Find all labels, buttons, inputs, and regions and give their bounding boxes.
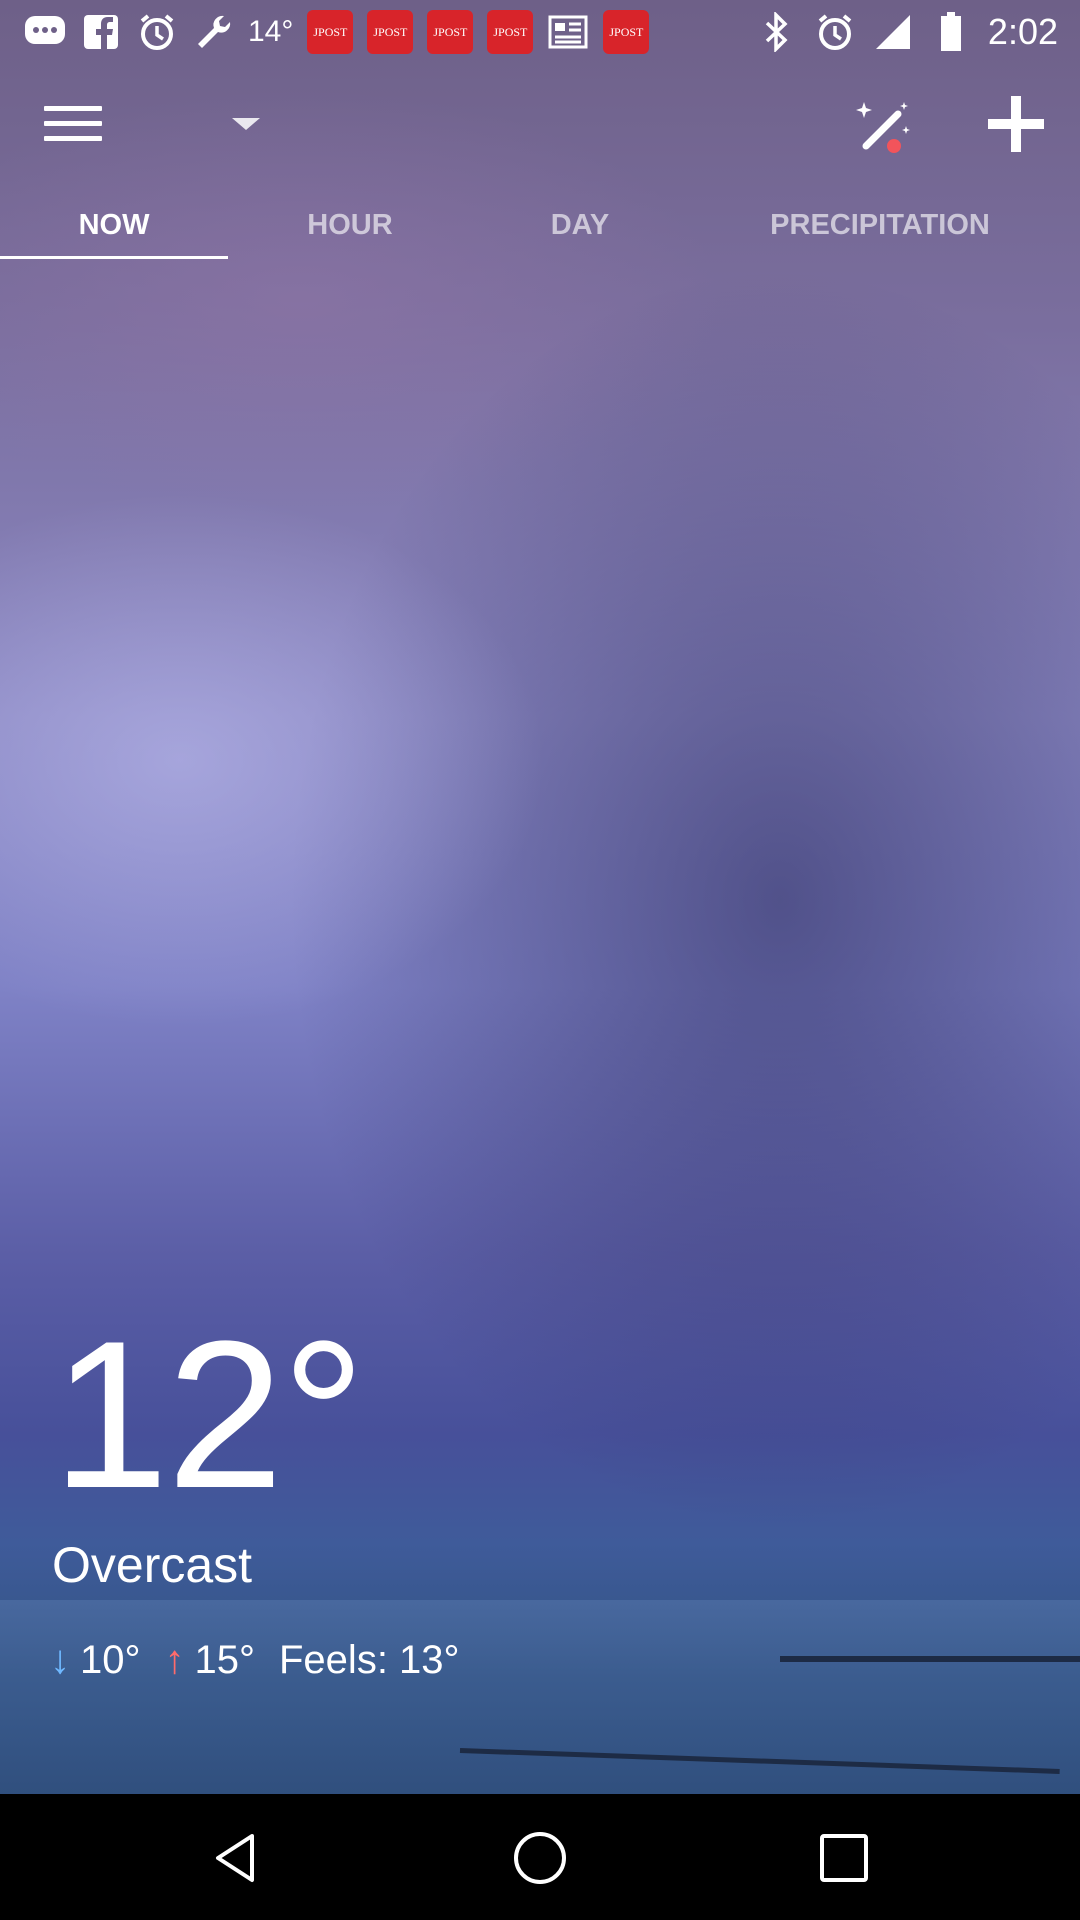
alarm-icon — [814, 11, 856, 53]
arrow-up-icon: ↑ — [164, 1638, 185, 1682]
temperature-stats: ↓ 10° ↑ 15° Feels: 13° — [50, 1640, 460, 1680]
home-circle-icon[interactable] — [512, 1830, 568, 1886]
app-toolbar — [0, 88, 1080, 168]
tab-now[interactable]: NOW — [0, 200, 228, 260]
system-nav-bar — [0, 1794, 1080, 1920]
tab-day[interactable]: DAY — [520, 200, 640, 260]
location-dropdown[interactable] — [232, 118, 272, 148]
back-triangle-icon[interactable] — [208, 1830, 264, 1886]
bluetooth-icon — [756, 11, 798, 53]
jpost-icon: JPOST — [367, 10, 414, 54]
tab-indicator — [0, 256, 228, 259]
plus-icon[interactable] — [988, 96, 1044, 152]
news-icon — [547, 11, 589, 53]
jpost-icon: JPOST — [427, 10, 474, 54]
high-temperature: 15° — [194, 1638, 256, 1682]
status-time: 2:02 — [987, 11, 1058, 52]
wrench-icon — [192, 11, 234, 53]
feels-like-temperature: Feels: 13° — [279, 1638, 460, 1682]
current-temperature: 12° — [52, 1297, 366, 1532]
status-bar: 14° JPOST JPOST JPOST JPOST JPOST 2:02 — [0, 0, 1080, 64]
weather-screen: 14° JPOST JPOST JPOST JPOST JPOST 2:02 N… — [0, 0, 1080, 1920]
signal-icon — [872, 11, 914, 53]
menu-icon[interactable] — [44, 106, 102, 150]
battery-icon — [930, 11, 972, 53]
low-temperature: 10° — [80, 1638, 141, 1682]
weather-condition: Overcast — [52, 1537, 253, 1593]
forecast-tabs: NOW HOUR DAY PRECIPITATION — [0, 200, 1080, 260]
alarm-icon — [136, 11, 178, 53]
magic-wand-icon[interactable] — [852, 96, 916, 160]
jpost-icon: JPOST — [487, 10, 534, 54]
recents-square-icon[interactable] — [816, 1830, 872, 1886]
jpost-icon: JPOST — [603, 10, 650, 54]
chevron-down-icon — [232, 118, 260, 130]
arrow-down-icon: ↓ — [50, 1638, 70, 1682]
tab-precipitation[interactable]: PRECIPITATION — [748, 200, 1012, 260]
jpost-icon: JPOST — [307, 10, 354, 54]
messenger-icon — [24, 11, 66, 53]
pier-far — [780, 1656, 1080, 1662]
facebook-icon — [80, 11, 122, 53]
tab-hour[interactable]: HOUR — [280, 200, 420, 260]
status-temperature: 14° — [248, 15, 294, 48]
